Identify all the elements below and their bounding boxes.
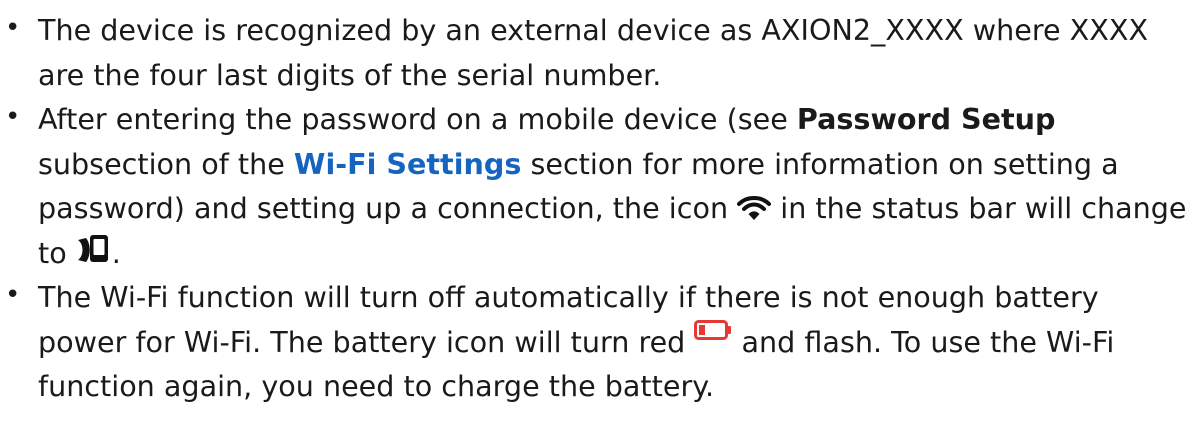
bullet-text: subsection of the — [38, 146, 294, 181]
wifi-icon — [737, 195, 772, 221]
bullet-marker: • — [5, 102, 21, 132]
battery-low-icon — [694, 319, 732, 340]
wifi-settings-link[interactable]: Wi-Fi Settings — [294, 147, 521, 181]
bullet-marker: • — [5, 13, 21, 43]
bullet-marker: • — [5, 280, 21, 310]
list-item: • After entering the password on a mobil… — [0, 97, 1195, 275]
list-item: • The Wi-Fi function will turn off autom… — [0, 275, 1195, 409]
list-item: • The device is recognized by an externa… — [0, 8, 1195, 97]
document-page: • The device is recognized by an externa… — [0, 0, 1195, 445]
phone-signal-icon — [76, 234, 112, 266]
bullet-text: After entering the password on a mobile … — [38, 102, 797, 136]
bullet-text-device-name: The device is recognized by an external … — [38, 13, 1149, 92]
bullet-list: • The device is recognized by an externa… — [0, 8, 1195, 409]
password-setup-reference: Password Setup — [796, 102, 1056, 136]
bullet-text: . — [111, 235, 121, 270]
